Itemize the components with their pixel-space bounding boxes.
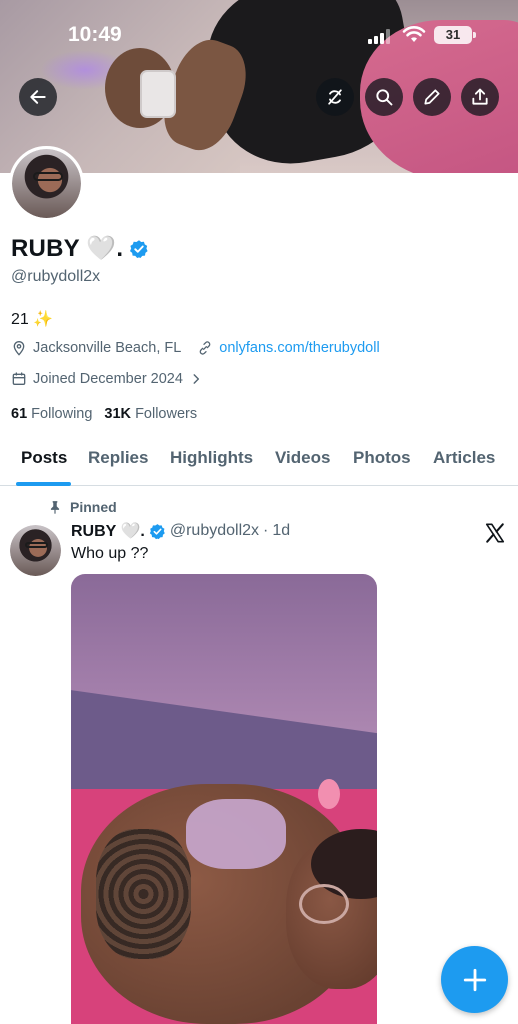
post-avatar-image [10, 525, 61, 576]
slashed-repost-icon [328, 89, 342, 105]
tab-videos[interactable]: Videos [275, 448, 330, 468]
profile-tabs: Posts Replies Highlights Videos Photos A… [0, 436, 518, 486]
profile-location: Jacksonville Beach, FL [33, 340, 182, 356]
compose-post-button[interactable] [441, 946, 508, 1013]
profile-avatar[interactable] [9, 146, 84, 221]
post-separator: · [263, 522, 269, 539]
profile-meta-row: Jacksonville Beach, FL onlyfans.com/ther… [11, 340, 380, 356]
back-button[interactable] [19, 78, 57, 116]
tab-articles[interactable]: Articles [433, 448, 495, 468]
post-author-handle: @rubydoll2x [169, 522, 260, 539]
avatar-image [12, 149, 81, 218]
profile-bio: 21 ✨ [11, 311, 54, 328]
calendar-icon [12, 372, 26, 385]
tab-posts[interactable]: Posts [21, 448, 67, 468]
post-author-name[interactable]: RUBY 🤍. [71, 521, 145, 541]
plus-icon [463, 968, 486, 991]
following-link[interactable]: 61 Following [11, 406, 92, 422]
verified-badge-icon[interactable] [129, 239, 149, 259]
banner-phone [140, 70, 176, 118]
status-bar: 10:49 31 [0, 0, 518, 72]
tab-photos[interactable]: Photos [353, 448, 411, 468]
following-count: 61 [11, 406, 28, 422]
pinned-indicator: Pinned [48, 499, 117, 515]
pencil-icon [424, 89, 440, 105]
profile-joined-row[interactable]: Joined December 2024 [11, 371, 203, 387]
followers-count: 31K [104, 406, 132, 422]
share-button[interactable] [461, 78, 499, 116]
post-media-image[interactable] [71, 574, 377, 1024]
profile-display-name: RUBY 🤍. [11, 235, 124, 262]
x-logo-icon [485, 523, 505, 543]
follow-stats: 61 Following 31K Followers [11, 406, 197, 422]
profile-name-row: RUBY 🤍. [11, 234, 149, 263]
turn-off-reposts-button[interactable] [316, 78, 354, 116]
profile-website-link[interactable]: onlyfans.com/therubydoll [219, 340, 379, 356]
chevron-right-icon [193, 374, 199, 384]
battery-indicator: 31 [434, 26, 476, 44]
post-header: RUBY 🤍. @rubydoll2x · 1d [71, 521, 290, 541]
profile-handle: @rubydoll2x [11, 268, 101, 285]
search-button[interactable] [365, 78, 403, 116]
edit-profile-button[interactable] [413, 78, 451, 116]
share-icon [472, 88, 488, 105]
verified-badge-icon [149, 523, 165, 539]
link-icon [200, 341, 211, 355]
status-time: 10:49 [68, 23, 122, 46]
post-text: Who up ?? [71, 545, 149, 562]
search-icon [376, 89, 393, 106]
arrow-left-icon [30, 90, 46, 104]
tab-replies[interactable]: Replies [88, 448, 148, 468]
active-tab-indicator [16, 482, 71, 486]
post-time: 1d [272, 522, 291, 539]
wifi-icon [402, 26, 426, 42]
followers-link[interactable]: 31K Followers [104, 406, 197, 422]
location-pin-icon [13, 341, 25, 356]
post-author-avatar[interactable] [10, 525, 61, 576]
profile-joined-date: Joined December 2024 [33, 371, 183, 387]
pin-icon [50, 501, 60, 514]
following-label: Following [31, 406, 93, 422]
pinned-label: Pinned [70, 499, 117, 515]
tab-highlights[interactable]: Highlights [170, 448, 253, 468]
followers-label: Followers [135, 406, 198, 422]
cellular-signal-icon [368, 29, 390, 44]
